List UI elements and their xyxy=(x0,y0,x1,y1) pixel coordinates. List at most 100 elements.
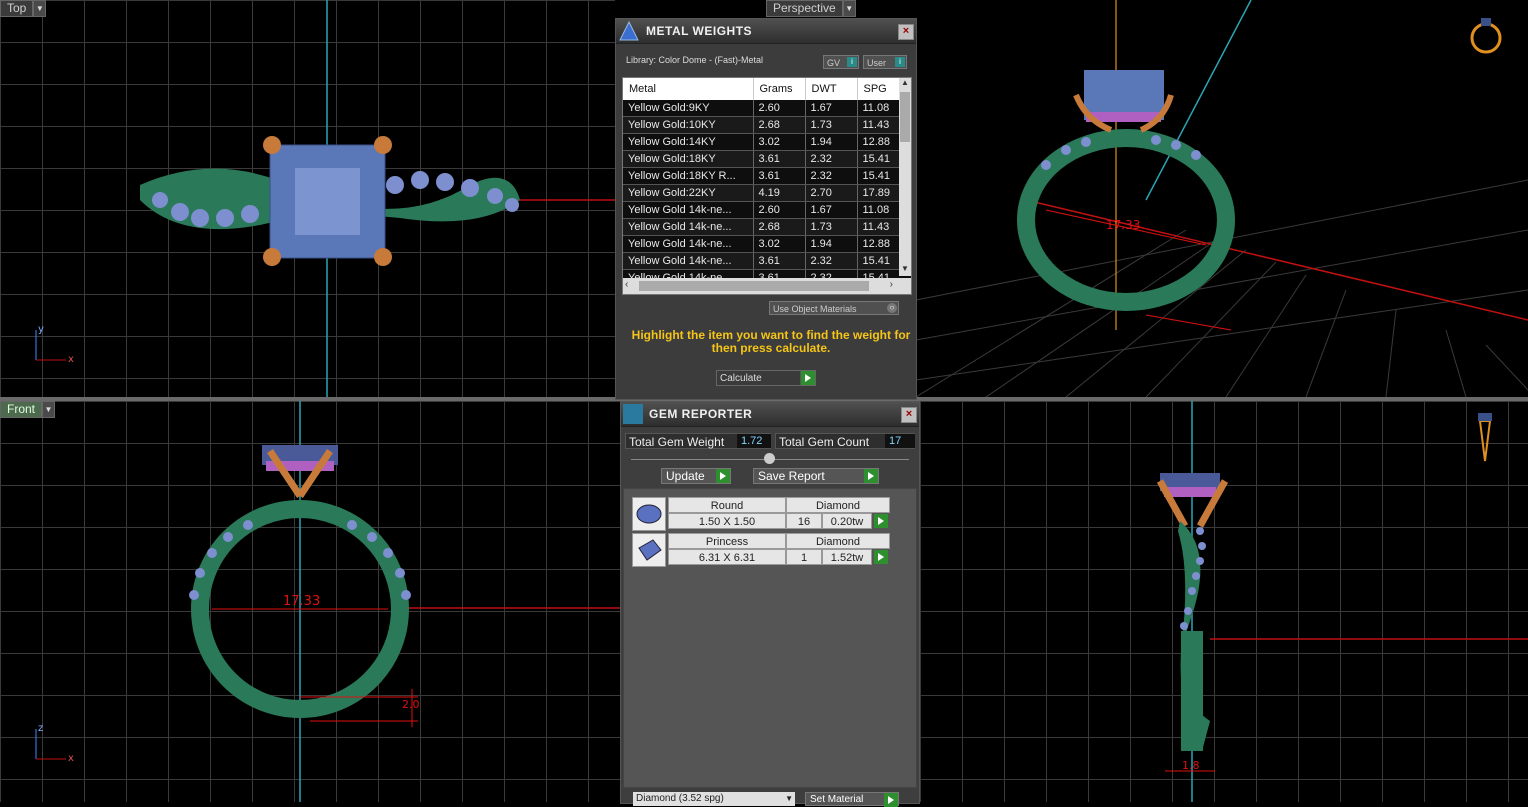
column-header[interactable]: Grams xyxy=(753,78,806,100)
table-row[interactable]: Yellow Gold 14k-ne... 2.60 1.67 11.08 xyxy=(623,201,911,219)
scroll-left-icon[interactable]: ‹ xyxy=(625,279,628,290)
table-cell: 4.19 xyxy=(753,184,806,202)
scroll-up-icon[interactable]: ▲ xyxy=(899,78,911,90)
metal-weights-titlebar[interactable]: METAL WEIGHTS xyxy=(616,19,916,44)
hint-text: Highlight the item you want to find the … xyxy=(631,328,911,355)
metal-weights-logo-icon xyxy=(618,20,640,42)
gem-size: 1.50 X 1.50 xyxy=(668,513,786,529)
gv-toggle[interactable]: GV i xyxy=(823,55,859,69)
metal-table-container[interactable]: Metal Grams DWT SPG Yellow Gold:9KY 2.60 1… xyxy=(622,77,912,295)
total-gem-weight-label: Total Gem Weight xyxy=(629,435,725,449)
column-header[interactable]: Metal xyxy=(623,78,754,100)
table-row[interactable]: Yellow Gold:18KY 3.61 2.32 15.41 xyxy=(623,150,911,168)
column-header[interactable]: DWT xyxy=(805,78,858,100)
table-cell: Yellow Gold 14k-ne... xyxy=(623,235,754,253)
gem-shape: Princess xyxy=(668,533,786,549)
dimension-label: 17.33 xyxy=(1106,218,1141,232)
play-icon xyxy=(800,371,815,385)
user-label: User xyxy=(867,58,887,68)
close-icon[interactable]: × xyxy=(898,24,914,40)
table-cell: 3.61 xyxy=(753,167,806,185)
table-cell: 1.73 xyxy=(805,218,858,236)
axis-y-label: y xyxy=(38,324,44,335)
viewport-top-label[interactable]: Top ▼ xyxy=(0,0,47,17)
chevron-down-icon[interactable]: ▼ xyxy=(33,0,47,17)
table-row[interactable]: Yellow Gold:9KY 2.60 1.67 11.08 xyxy=(623,100,911,117)
table-cell: 1.67 xyxy=(805,201,858,219)
round-gem-icon xyxy=(632,497,666,531)
viewport-right[interactable]: 1.8 xyxy=(920,401,1528,802)
metal-weights-panel: METAL WEIGHTS × Library: Color Dome - (F… xyxy=(615,18,917,400)
table-cell: Yellow Gold 14k-ne... xyxy=(623,252,754,270)
table-cell: Yellow Gold:10KY xyxy=(623,116,754,134)
material-select[interactable]: Diamond (3.52 spg) ▼ xyxy=(633,792,795,806)
gem-list: Round Diamond 1.50 X 1.50 16 0.20tw Prin… xyxy=(623,488,917,788)
axis-z-label: z xyxy=(38,723,44,734)
total-gem-count-value: 17 xyxy=(885,434,915,448)
dimension-label: 17.33 xyxy=(283,594,321,609)
calculate-label: Calculate xyxy=(720,373,762,384)
viewport-front-label[interactable]: Front ▼ xyxy=(0,401,56,418)
gem-reporter-titlebar[interactable]: GEM REPORTER xyxy=(621,402,919,427)
save-report-button[interactable]: Save Report xyxy=(753,468,879,484)
save-report-label: Save Report xyxy=(758,469,825,483)
scroll-thumb[interactable] xyxy=(639,281,869,291)
total-gem-weight-value: 1.72 xyxy=(737,434,771,448)
viewport-name: Front xyxy=(0,401,43,418)
user-toggle[interactable]: User i xyxy=(863,55,907,69)
material-select-value: Diamond (3.52 spg) xyxy=(636,793,724,804)
calculate-button[interactable]: Calculate xyxy=(716,370,816,386)
scroll-right-icon[interactable]: › xyxy=(890,279,893,290)
table-cell: Yellow Gold:22KY xyxy=(623,184,754,202)
table-cell: Yellow Gold:18KY xyxy=(623,150,754,168)
chevron-down-icon[interactable]: ▼ xyxy=(842,0,856,17)
gem-weight: 1.52tw xyxy=(822,549,872,565)
table-row[interactable]: Yellow Gold:18KY R... 3.61 2.32 15.41 xyxy=(623,167,911,185)
play-icon[interactable] xyxy=(874,514,888,528)
collapse-handle-icon[interactable] xyxy=(764,453,775,464)
play-icon[interactable] xyxy=(874,550,888,564)
table-cell: 3.02 xyxy=(753,133,806,151)
viewport-perspective-label[interactable]: Perspective ▼ xyxy=(766,0,856,17)
table-row[interactable]: Yellow Gold:22KY 4.19 2.70 17.89 xyxy=(623,184,911,202)
viewport-name: Top xyxy=(0,0,34,17)
horizontal-scrollbar[interactable]: ‹ › xyxy=(623,278,911,294)
gem-shape: Round xyxy=(668,497,786,513)
play-icon xyxy=(864,469,878,483)
set-material-label: Set Material xyxy=(810,794,864,805)
use-object-materials-toggle[interactable]: Use Object Materials ○ xyxy=(769,301,899,315)
table-cell: 2.60 xyxy=(753,100,806,117)
close-icon[interactable]: × xyxy=(901,407,917,423)
table-cell: 3.61 xyxy=(753,252,806,270)
table-row[interactable]: Yellow Gold 14k-ne... 3.02 1.94 12.88 xyxy=(623,235,911,253)
table-row[interactable]: Yellow Gold 14k-ne...3.612.3215.41 xyxy=(623,252,911,270)
viewport-name: Perspective xyxy=(766,0,843,17)
metal-table-header: Metal Grams DWT SPG xyxy=(623,78,911,100)
table-row[interactable]: Yellow Gold:10KY 2.68 1.73 11.43 xyxy=(623,116,911,134)
table-row[interactable]: Yellow Gold:14KY 3.02 1.94 12.88 xyxy=(623,133,911,151)
table-cell: 2.70 xyxy=(805,184,858,202)
gem-row[interactable]: Princess Diamond 6.31 X 6.31 1 1.52tw xyxy=(632,533,890,567)
scroll-thumb[interactable] xyxy=(900,92,910,142)
right-view-render xyxy=(1156,401,1528,802)
chevron-down-icon[interactable]: ▼ xyxy=(42,401,56,418)
metal-table: Metal Grams DWT SPG Yellow Gold:9KY 2.60 1… xyxy=(623,78,911,287)
table-cell: Yellow Gold 14k-ne... xyxy=(623,201,754,219)
vertical-scrollbar[interactable]: ▲ ▼ xyxy=(899,78,911,276)
table-cell: 3.02 xyxy=(753,235,806,253)
gem-row[interactable]: Round Diamond 1.50 X 1.50 16 0.20tw xyxy=(632,497,890,531)
table-cell: 1.67 xyxy=(805,100,858,117)
gem-weight: 0.20tw xyxy=(822,513,872,529)
viewport-top[interactable]: y x Top ▼ xyxy=(0,0,615,397)
table-cell: 1.94 xyxy=(805,133,858,151)
update-button[interactable]: Update xyxy=(661,468,731,484)
set-material-button[interactable]: Set Material xyxy=(805,792,899,807)
table-cell: Yellow Gold:14KY xyxy=(623,133,754,151)
table-cell: 2.32 xyxy=(805,167,858,185)
scroll-down-icon[interactable]: ▼ xyxy=(899,264,911,276)
viewport-front[interactable]: 17.33 2.0 z x Front ▼ xyxy=(0,401,620,802)
table-cell: Yellow Gold:9KY xyxy=(623,100,754,117)
gem-count: 16 xyxy=(786,513,822,529)
table-row[interactable]: Yellow Gold 14k-ne... 2.68 1.73 11.43 xyxy=(623,218,911,236)
panel-title: GEM REPORTER xyxy=(649,407,753,421)
